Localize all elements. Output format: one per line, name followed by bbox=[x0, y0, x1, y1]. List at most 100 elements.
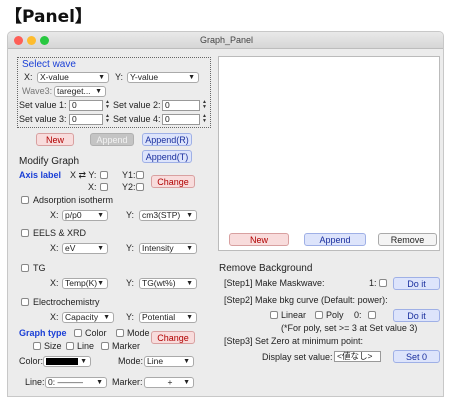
eels-checkbox[interactable] bbox=[21, 229, 29, 237]
eels-y-select[interactable]: Intensity ▼ bbox=[139, 243, 197, 254]
step3-label: [Step3] Set Zero at minimum point: bbox=[224, 336, 364, 346]
close-button[interactable] bbox=[14, 36, 23, 45]
chevron-down-icon: ▼ bbox=[183, 358, 190, 365]
new-button[interactable]: New bbox=[36, 133, 74, 146]
poly-checkbox[interactable] bbox=[315, 311, 323, 319]
line-label: Line: bbox=[25, 377, 45, 387]
set-value-2-input[interactable]: 0 bbox=[162, 100, 200, 111]
graph-new-button[interactable]: New bbox=[229, 233, 289, 246]
modify-graph-title: Modify Graph bbox=[19, 156, 80, 167]
chevron-down-icon: ▼ bbox=[186, 314, 193, 321]
linear-label: Linear bbox=[281, 310, 307, 320]
chevron-down-icon: ▼ bbox=[186, 280, 193, 287]
set-value-2-label: Set value 2: bbox=[113, 100, 161, 110]
axis-label-title: Axis label bbox=[19, 170, 62, 180]
electrochemistry-checkbox[interactable] bbox=[21, 298, 29, 306]
window-title: Graph_Panel bbox=[199, 35, 254, 45]
graph-remove-button[interactable]: Remove bbox=[378, 233, 437, 246]
set-zero-button[interactable]: Set 0 bbox=[393, 350, 440, 363]
set-value-4-input[interactable]: 0 bbox=[162, 114, 200, 125]
chevron-down-icon: ▼ bbox=[97, 212, 104, 219]
axis-x-checkbox[interactable] bbox=[100, 183, 108, 191]
title-bar: Graph_Panel bbox=[8, 32, 443, 49]
set-value-4-stepper[interactable]: ▲ ▼ bbox=[201, 114, 208, 125]
axis-change-button[interactable]: Change bbox=[151, 175, 195, 188]
tg-y-label: Y: bbox=[126, 278, 135, 288]
y2-checkbox[interactable] bbox=[136, 183, 144, 191]
chevron-down-icon: ▼ bbox=[186, 245, 193, 252]
poly-label: Poly bbox=[326, 310, 344, 320]
y1-checkbox[interactable] bbox=[136, 171, 144, 179]
ads-y-select[interactable]: cm3(STP) ▼ bbox=[139, 210, 197, 221]
ec-y-select[interactable]: Potential ▼ bbox=[139, 312, 197, 323]
y1-label: Y1: bbox=[122, 170, 136, 180]
x-swap-y-label: X ⇄ Y: bbox=[70, 170, 97, 180]
wave3-select[interactable]: tareget... ▼ bbox=[54, 86, 106, 97]
marker-select[interactable]: + ▼ bbox=[144, 377, 194, 388]
chevron-down-icon: ▼ bbox=[188, 74, 195, 81]
step2-do-it-button[interactable]: Do it bbox=[393, 309, 440, 322]
set-value-1-label: Set value 1: bbox=[19, 100, 67, 110]
display-set-value-label: Display set value: bbox=[262, 352, 333, 362]
zoom-button[interactable] bbox=[40, 36, 49, 45]
color-select[interactable]: ▼ bbox=[43, 356, 91, 367]
poly-number-label: 0: bbox=[354, 310, 362, 320]
line-select[interactable]: 0: ——— ▼ bbox=[45, 377, 107, 388]
minimize-button[interactable] bbox=[27, 36, 36, 45]
set-value-2-stepper[interactable]: ▲ ▼ bbox=[201, 100, 208, 111]
line-checkbox[interactable] bbox=[66, 342, 74, 350]
adsorption-label: Adsorption isotherm bbox=[33, 195, 114, 205]
ec-y-label: Y: bbox=[126, 312, 135, 322]
size-checkbox[interactable] bbox=[33, 342, 41, 350]
x-swap-y-checkbox[interactable] bbox=[100, 171, 108, 179]
ads-x-value: p/p0 bbox=[65, 210, 82, 220]
append-r-button[interactable]: Append(R) bbox=[142, 133, 192, 146]
tg-y-value: TG(wt%) bbox=[142, 278, 176, 288]
ec-y-value: Potential bbox=[142, 312, 176, 322]
display-set-value-input[interactable]: <値なし> bbox=[334, 351, 381, 362]
graph-area[interactable] bbox=[218, 56, 440, 251]
mode-checkbox[interactable] bbox=[116, 329, 124, 337]
graph-append-button[interactable]: Append bbox=[304, 233, 366, 246]
set-value-1-input[interactable]: 0 bbox=[69, 100, 103, 111]
eels-label: EELS & XRD bbox=[33, 228, 87, 238]
tg-y-select[interactable]: TG(wt%) ▼ bbox=[139, 278, 197, 289]
tg-checkbox[interactable] bbox=[21, 264, 29, 272]
step1-do-it-button[interactable]: Do it bbox=[393, 277, 440, 290]
color-swatch bbox=[46, 358, 78, 365]
line-option-label: Line bbox=[77, 341, 95, 351]
set-value-3-input[interactable]: 0 bbox=[69, 114, 103, 125]
set-value-3-label: Set value 3: bbox=[19, 114, 67, 124]
poly-note: (*For poly, set >= 3 at Set value 3) bbox=[281, 323, 418, 333]
eels-x-select[interactable]: eV ▼ bbox=[62, 243, 108, 254]
y-wave-select[interactable]: Y-value ▼ bbox=[127, 72, 199, 83]
axis-x-label: X: bbox=[88, 182, 97, 192]
graph-type-change-button[interactable]: Change bbox=[151, 331, 195, 344]
append-t-button[interactable]: Append(T) bbox=[142, 150, 192, 163]
ads-y-label: Y: bbox=[126, 210, 135, 220]
x-wave-value: X-value bbox=[40, 72, 69, 82]
set-value-3-stepper[interactable]: ▲ ▼ bbox=[104, 114, 111, 125]
adsorption-checkbox[interactable] bbox=[21, 196, 29, 204]
chevron-down-icon: ▼ bbox=[97, 245, 104, 252]
poly-number-checkbox[interactable] bbox=[368, 311, 376, 319]
marker-checkbox[interactable] bbox=[101, 342, 109, 350]
step1-checkbox[interactable] bbox=[379, 279, 387, 287]
linear-checkbox[interactable] bbox=[270, 311, 278, 319]
eels-x-value: eV bbox=[65, 243, 76, 253]
append-button[interactable]: Append bbox=[90, 133, 134, 146]
set-value-1-stepper[interactable]: ▲ ▼ bbox=[104, 100, 111, 111]
graph-type-title: Graph type bbox=[19, 328, 67, 338]
mode-select[interactable]: Line ▼ bbox=[144, 356, 194, 367]
chevron-down-icon: ▼ bbox=[98, 74, 105, 81]
color-label: Color: bbox=[19, 356, 44, 366]
tg-x-select[interactable]: Temp(K) ▼ bbox=[62, 278, 108, 289]
ads-x-select[interactable]: p/p0 ▼ bbox=[62, 210, 108, 221]
electrochemistry-label: Electrochemistry bbox=[33, 297, 100, 307]
color-checkbox[interactable] bbox=[74, 329, 82, 337]
chevron-down-icon: ▼ bbox=[186, 212, 193, 219]
mode-label: Mode: bbox=[118, 356, 144, 366]
ec-x-select[interactable]: Capacity ▼ bbox=[62, 312, 114, 323]
y2-label: Y2: bbox=[122, 182, 136, 192]
x-wave-select[interactable]: X-value ▼ bbox=[37, 72, 109, 83]
